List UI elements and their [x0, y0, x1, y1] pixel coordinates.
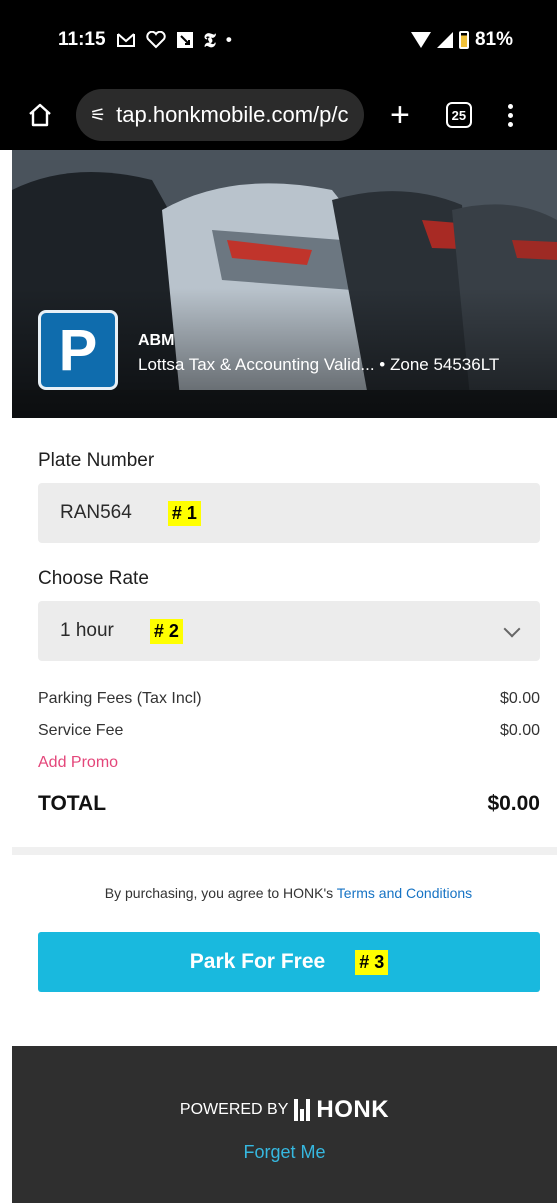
choose-rate-label: Choose Rate — [38, 568, 149, 589]
download-icon — [176, 31, 194, 49]
parking-logo: P — [38, 310, 118, 390]
powered-by-label: POWERED BY — [179, 1101, 289, 1118]
operator-name: ABM — [138, 332, 175, 349]
honk-logo-bar — [300, 1109, 305, 1121]
add-promo-link[interactable]: Add Promo — [38, 754, 118, 772]
battery-icon — [458, 31, 469, 49]
gmail-icon — [116, 32, 136, 48]
hero-banner: P ABM Lottsa Tax & Accounting Valid... •… — [12, 150, 557, 418]
menu-dot — [507, 112, 513, 118]
terms-link[interactable]: Terms and Conditions — [337, 885, 472, 901]
status-left: 11:15 𝕿 • — [58, 28, 232, 52]
total-row: TOTAL $0.00 — [38, 792, 540, 816]
dot-icon: • — [225, 30, 232, 49]
heart-icon — [145, 31, 166, 49]
lot-name: Lottsa Tax & Accounting Valid... — [138, 355, 375, 374]
total-label: TOTAL — [38, 792, 107, 815]
rate-select[interactable]: 1 hour # 2 — [38, 601, 540, 661]
honk-logo-bar — [294, 1099, 299, 1121]
annotation-1: # 1 — [167, 500, 201, 526]
signal-icon — [436, 32, 453, 48]
service-fee-label: Service Fee — [38, 722, 124, 739]
tab-switcher-button[interactable]: 25 — [445, 102, 472, 128]
lot-info: Lottsa Tax & Accounting Valid... • Zone … — [138, 355, 499, 375]
address-bar[interactable]: ⚟ tap.honkmobile.com/p/c — [76, 89, 364, 141]
service-fee-value: $0.00 — [499, 722, 540, 739]
status-bar: 11:15 𝕿 • 81% — [0, 0, 557, 80]
menu-dot — [507, 103, 513, 109]
footer: POWERED BY HONK Forget Me — [12, 1046, 557, 1203]
site-settings-icon[interactable]: ⚟ — [90, 105, 106, 126]
terms-notice: By purchasing, you agree to HONK's Terms… — [0, 885, 557, 901]
browser-menu-button[interactable] — [507, 103, 513, 127]
page: 11:15 𝕿 • 81% ⚟ tap.honkmobile.com/p/c +… — [0, 0, 557, 1203]
annotation-3: # 3 — [355, 949, 389, 975]
nytimes-icon: 𝕿 — [203, 28, 216, 52]
service-fee-row: Service Fee $0.00 — [38, 722, 540, 740]
zone-label: • Zone 54536LT — [374, 355, 500, 374]
plate-number-input[interactable]: RAN564 # 1 — [38, 483, 540, 543]
parking-logo-letter: P — [58, 317, 98, 383]
annotation-2: # 2 — [149, 618, 183, 644]
park-for-free-button[interactable]: Park For Free # 3 — [38, 932, 540, 992]
parking-fees-value: $0.00 — [499, 690, 540, 707]
battery-percent: 81% — [474, 29, 513, 50]
status-right: 81% — [410, 29, 513, 51]
powered-by: POWERED BY HONK — [12, 1096, 557, 1124]
terms-prefix: By purchasing, you agree to HONK's — [104, 885, 337, 901]
menu-dot — [507, 121, 513, 127]
section-divider — [12, 847, 557, 855]
parking-fees-label: Parking Fees (Tax Incl) — [38, 690, 202, 707]
browser-toolbar: ⚟ tap.honkmobile.com/p/c + 25 — [0, 80, 557, 150]
parking-fees-row: Parking Fees (Tax Incl) $0.00 — [38, 690, 540, 708]
forget-me-link[interactable]: Forget Me — [12, 1142, 557, 1163]
wifi-icon — [410, 32, 431, 48]
url-text: tap.honkmobile.com/p/c — [116, 102, 349, 127]
honk-logo-bar — [306, 1099, 311, 1121]
total-value: $0.00 — [487, 792, 540, 815]
chevron-down-icon — [503, 620, 521, 638]
plate-number-value: RAN564 — [60, 502, 132, 523]
honk-brand: HONK — [316, 1096, 390, 1123]
new-tab-button[interactable]: + — [390, 98, 410, 132]
rate-value: 1 hour — [60, 620, 114, 641]
plate-number-label: Plate Number — [38, 450, 155, 471]
park-button-label: Park For Free — [189, 950, 326, 973]
honk-logo-icon — [294, 1099, 311, 1121]
home-icon[interactable] — [26, 101, 54, 129]
status-time: 11:15 — [58, 29, 106, 50]
